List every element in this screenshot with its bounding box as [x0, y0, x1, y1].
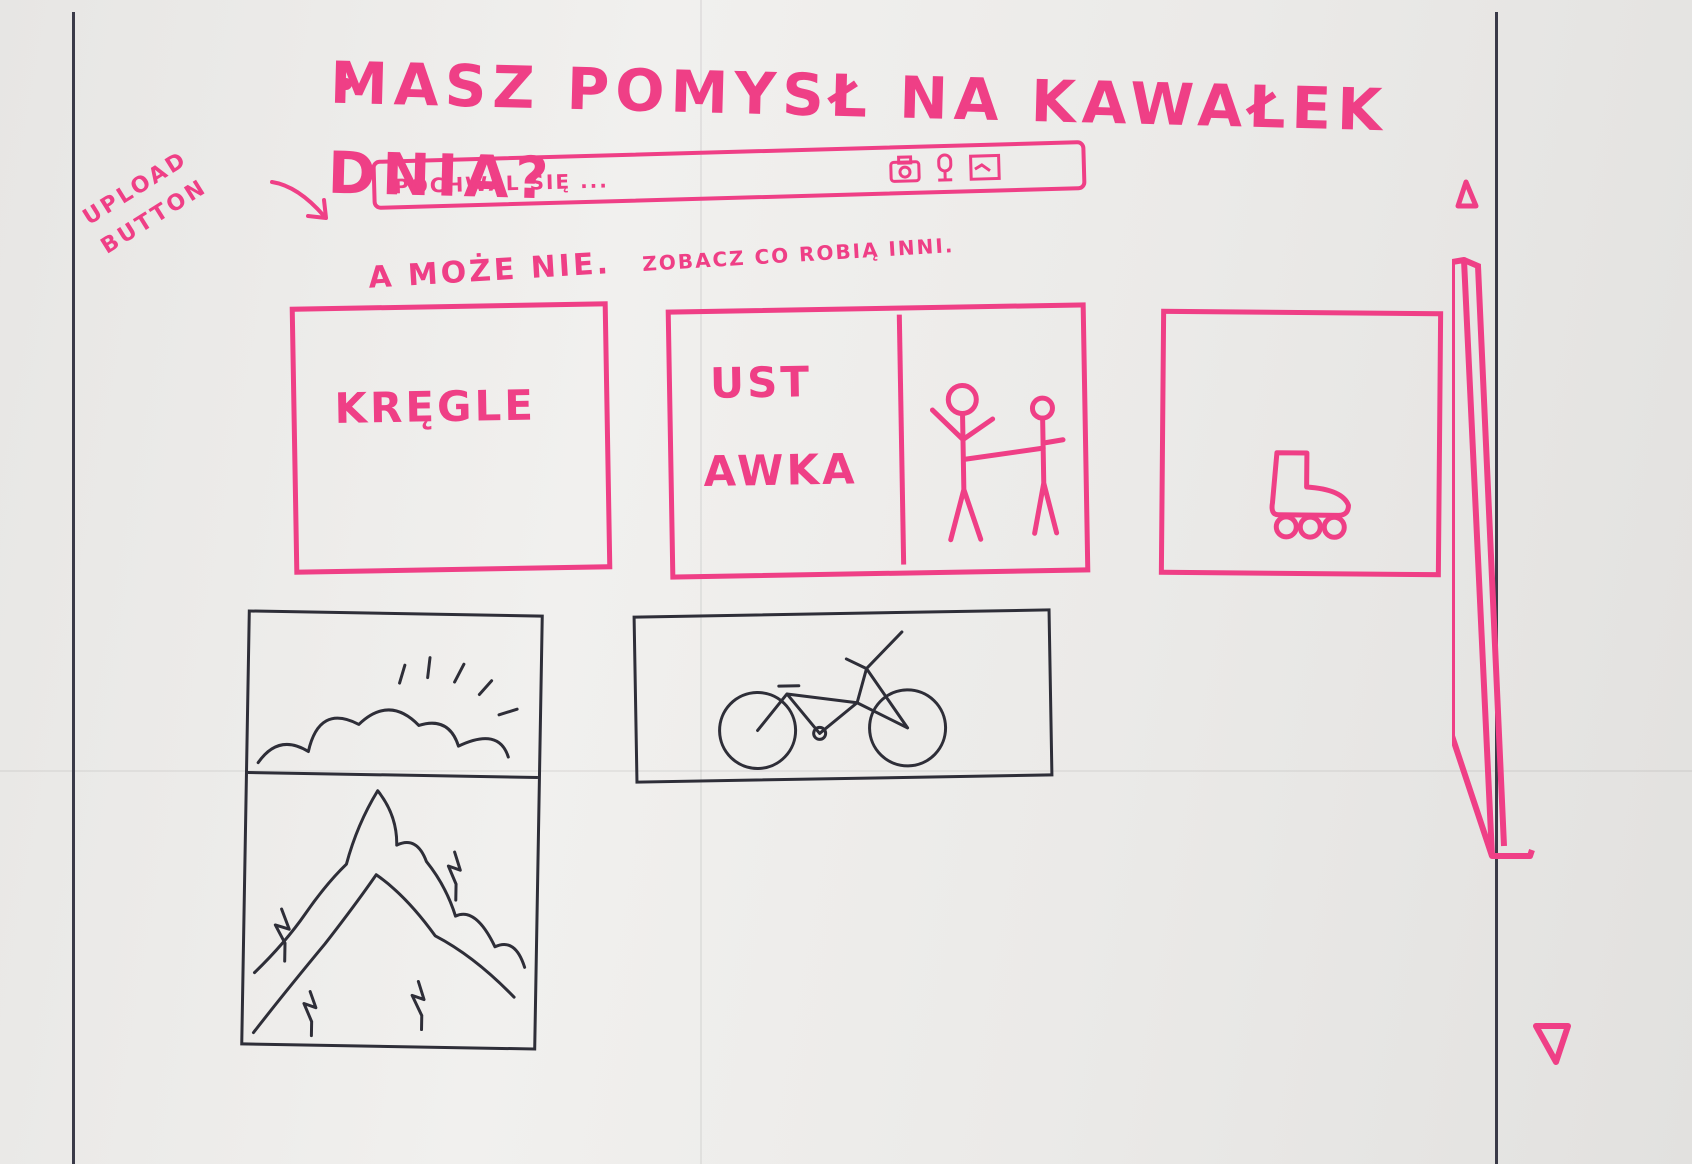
activity-card-bowling[interactable]: KRĘGLE: [289, 301, 613, 575]
post-input[interactable]: [391, 157, 837, 204]
camera-icon[interactable]: [887, 153, 922, 186]
roller-skate-icon: [1269, 450, 1351, 540]
card-label-line1: UST: [709, 357, 813, 408]
arrow-icon: [270, 180, 328, 220]
image-icon[interactable]: [967, 150, 1002, 183]
card-divider: [896, 314, 907, 565]
bicycle-icon: [718, 630, 948, 770]
card-label: KRĘGLE: [334, 380, 537, 434]
photo-tile-mountains[interactable]: [240, 609, 544, 1051]
microphone-icon[interactable]: [927, 152, 962, 185]
card-label-line2: AWKA: [703, 444, 858, 497]
people-figures-icon: [929, 383, 1066, 543]
subtitle-lead: A MOŻE NIE.: [367, 246, 612, 296]
photo-tile-bicycle[interactable]: [632, 608, 1054, 784]
activity-card-ustawka[interactable]: UST AWKA: [665, 302, 1091, 580]
scrollbar-track[interactable]: [1452, 186, 1542, 1076]
mountains-sun-icon: [246, 656, 540, 1038]
subtitle-rest: ZOBACZ CO ROBIĄ INNI.: [641, 233, 956, 277]
activity-card-rollerskate[interactable]: [1158, 308, 1444, 578]
scroll-down-arrow-icon[interactable]: [1532, 1020, 1572, 1068]
